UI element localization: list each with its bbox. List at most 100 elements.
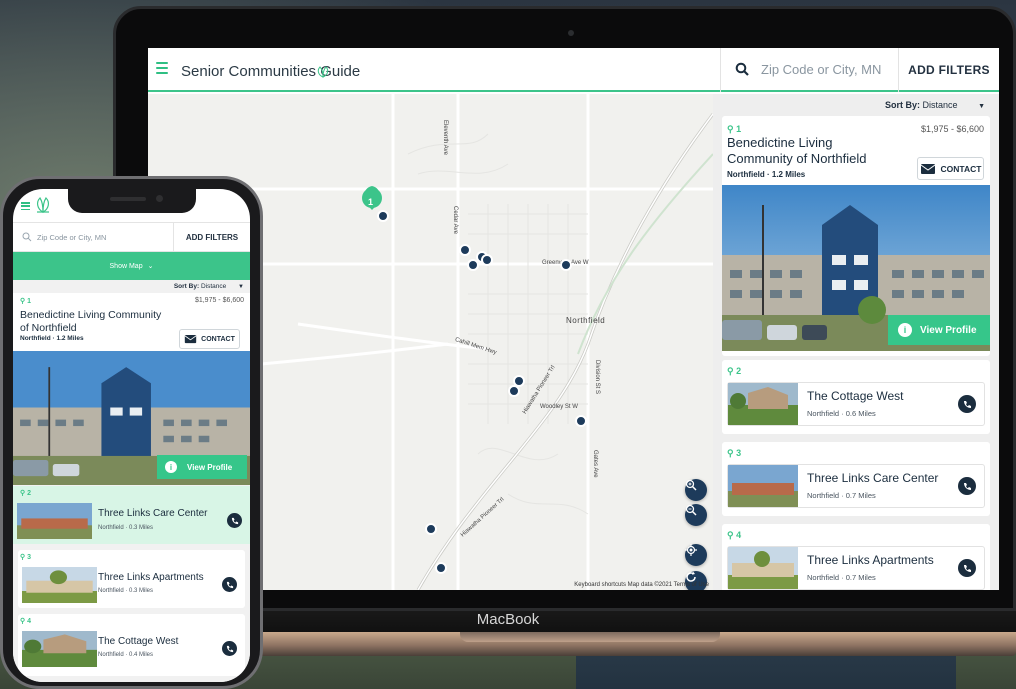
listing-rank: ⚲ 3 [727, 448, 742, 458]
listing-title[interactable]: The Cottage West [98, 636, 178, 647]
listing-price: $1,975 - $6,600 [920, 124, 984, 134]
map-attribution[interactable]: Keyboard shortcuts Map data ©2021 Terms … [574, 582, 709, 588]
call-button[interactable] [222, 641, 237, 656]
phone-icon [963, 482, 971, 490]
listing-rank: ⚲ 4 [20, 618, 31, 625]
listing-photo[interactable]: i View Profile [13, 351, 250, 485]
listing-card[interactable]: ⚲ 2 The Cottage West Northfield · 0.6 Mi… [722, 360, 990, 434]
cluster-count: 1 [368, 197, 374, 207]
house-photo [728, 383, 798, 425]
listing-title[interactable]: The Cottage West [807, 389, 904, 403]
listing-rank: ⚲ 1 [20, 298, 31, 305]
menu-icon[interactable] [21, 202, 30, 210]
listing-title[interactable]: Three Links Care Center [98, 508, 208, 519]
listing-card[interactable]: ⚲ 3 Three Links Care Center Northfield ·… [722, 442, 990, 516]
site-logo[interactable]: Senior Communities Guide [181, 63, 360, 80]
building-photo [728, 547, 798, 589]
view-profile-button[interactable]: i View Profile [157, 455, 247, 479]
phone-frame: Zip Code or City, MN ADD FILTERS Show Ma… [0, 176, 263, 689]
brand-name: Senior Communities Guide [181, 63, 361, 80]
listing-title[interactable]: Benedictine Living Community of Northfie… [727, 135, 877, 167]
chevron-down-icon: ▼ [238, 284, 244, 290]
call-button[interactable] [222, 577, 237, 592]
listing-card[interactable]: ⚲ 4 Three Links Apartments Northfield · … [722, 524, 990, 590]
listing-location: Northfield · 0.7 Miles [807, 573, 876, 582]
listing-rank: ⚲ 3 [20, 554, 31, 561]
phone-icon [963, 400, 971, 408]
contact-button[interactable]: CONTACT [179, 329, 240, 349]
menu-icon[interactable] [156, 62, 168, 74]
listing-thumbnail[interactable] [17, 503, 92, 539]
phone-notch [68, 189, 196, 213]
search-input[interactable]: Zip Code or City, MN [37, 233, 106, 242]
pin-icon: ⚲ [727, 530, 734, 540]
call-button[interactable] [227, 513, 242, 528]
leaf-logo-icon[interactable] [35, 196, 51, 214]
pin-icon: ⚲ [727, 124, 734, 134]
listing-location: Northfield · 0.4 Miles [98, 652, 154, 658]
search-field[interactable]: Zip Code or City, MN ADD FILTERS [13, 222, 250, 252]
listing-thumbnail[interactable] [728, 465, 798, 507]
contact-button[interactable]: CONTACT [917, 157, 984, 180]
listing-title[interactable]: Three Links Apartments [807, 553, 934, 567]
results-panel[interactable]: Sort By: Distance ▼ ⚲ 1 $1,975 - $6,600 … [713, 94, 999, 590]
listing-rank: ⚲ 4 [727, 530, 742, 540]
listing-location: Northfield · 0.6 Miles [807, 409, 876, 418]
add-filters-button[interactable]: ADD FILTERS [173, 223, 250, 251]
info-icon: i [898, 323, 912, 337]
listing-thumbnail[interactable] [22, 631, 97, 667]
listing-title[interactable]: Three Links Apartments [98, 572, 204, 583]
phone-screen: Zip Code or City, MN ADD FILTERS Show Ma… [13, 189, 250, 682]
chevron-down-icon: ▼ [978, 103, 985, 110]
view-profile-button[interactable]: i View Profile [888, 315, 990, 345]
zoom-in-button[interactable] [685, 479, 707, 501]
sort-dropdown[interactable]: Sort By: Distance ▼ [885, 100, 985, 110]
laptop-camera [568, 30, 574, 36]
listing-title[interactable]: Benedictine Living Community of Northfie… [20, 309, 170, 335]
listing-photo[interactable]: i View Profile [722, 185, 990, 351]
listing-rank: ⚲ 1 [727, 124, 742, 134]
desktop-header: Senior Communities Guide Zip Code or Cit… [148, 48, 999, 92]
search-field[interactable]: Zip Code or City, MN [720, 48, 898, 92]
sort-dropdown[interactable]: Sort By: Distance ▼ [174, 283, 244, 290]
listing-thumbnail[interactable] [22, 567, 97, 603]
search-icon [735, 62, 749, 76]
pin-icon: ⚲ [20, 298, 26, 305]
sort-label: Sort By: [885, 100, 921, 110]
phone-icon [226, 581, 233, 588]
chevron-down-icon: ⌄ [147, 263, 154, 270]
phone-icon [226, 645, 233, 652]
call-button[interactable] [958, 477, 976, 495]
info-icon: i [165, 461, 177, 473]
pin-icon: ⚲ [20, 554, 26, 561]
zoom-out-icon [685, 504, 697, 516]
listing-thumbnail[interactable] [728, 383, 798, 425]
pin-icon: ⚲ [20, 618, 26, 625]
call-button[interactable] [958, 559, 976, 577]
show-map-button[interactable]: Show Map ⌄ [13, 252, 250, 280]
featured-listing-card[interactable]: ⚲ 1 $1,975 - $6,600 Benedictine Living C… [13, 293, 250, 485]
mail-icon [920, 163, 935, 174]
zoom-out-button[interactable] [685, 504, 707, 526]
phone-icon [963, 564, 971, 572]
laptop-screen: Senior Communities Guide Zip Code or Cit… [148, 48, 999, 590]
listing-card[interactable]: ⚲ 2 Three Links Care Center Northfield ·… [13, 486, 250, 544]
listing-thumbnail[interactable] [728, 547, 798, 589]
featured-listing-card[interactable]: ⚲ 1 $1,975 - $6,600 Benedictine Living C… [722, 116, 990, 356]
listing-rank: ⚲ 2 [727, 366, 742, 376]
call-button[interactable] [958, 395, 976, 413]
search-input[interactable]: Zip Code or City, MN [761, 62, 881, 77]
listing-location: Northfield · 0.3 Miles [98, 525, 154, 531]
add-filters-button[interactable]: ADD FILTERS [898, 48, 999, 92]
house-photo [22, 631, 97, 667]
crosshair-icon [685, 544, 697, 556]
listing-card[interactable]: ⚲ 3 Three Links Apartments Northfield · … [18, 550, 245, 608]
search-icon [22, 232, 32, 242]
locate-button[interactable] [685, 544, 707, 566]
zoom-in-icon [685, 479, 697, 491]
building-photo [22, 567, 97, 603]
listing-location: Northfield · 0.3 Miles [98, 588, 154, 594]
listing-card[interactable]: ⚲ 4 The Cottage West Northfield · 0.4 Mi… [18, 614, 245, 676]
mobile-results-list[interactable]: Sort By: Distance ▼ ⚲ 1 $1,975 - $6,600 … [13, 280, 250, 682]
listing-title[interactable]: Three Links Care Center [807, 471, 938, 485]
